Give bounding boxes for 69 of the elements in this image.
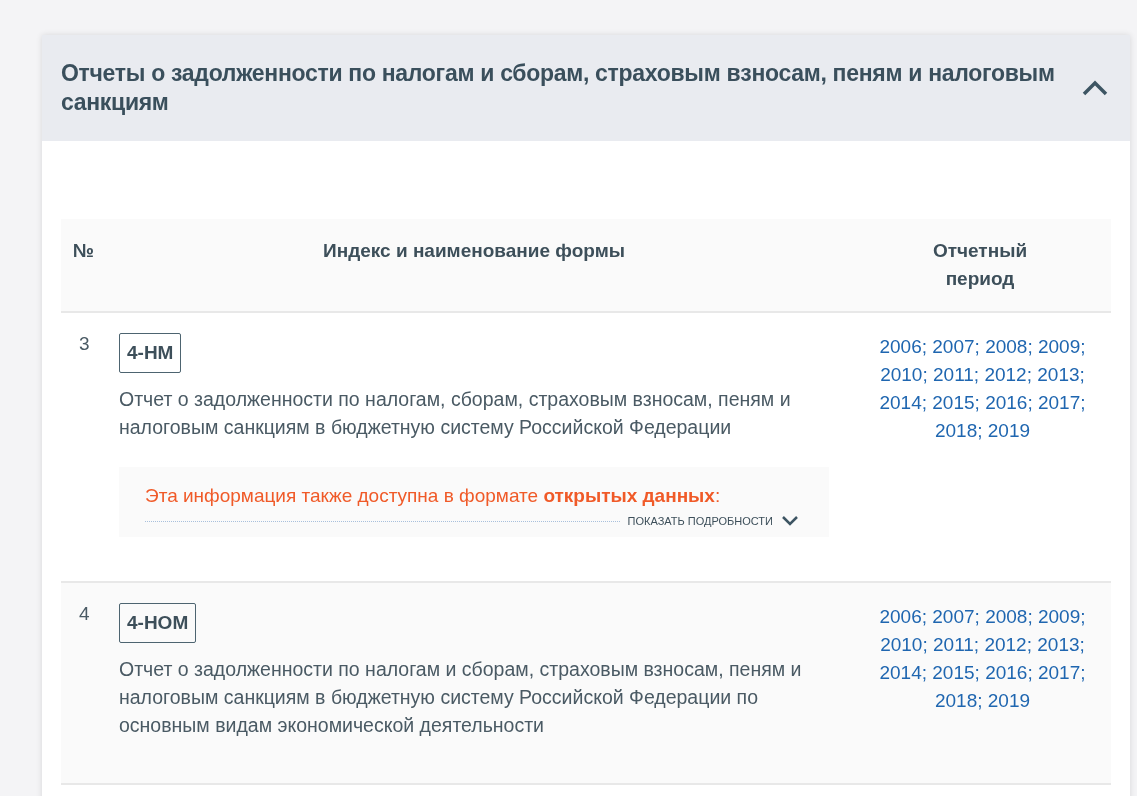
year-link[interactable]: 2011	[933, 364, 974, 385]
separator: ;	[1026, 634, 1032, 655]
year-link[interactable]: 2010	[880, 634, 923, 655]
panel-title: Отчеты о задолженности по налогам и сборам, страховым взносам, пеням и налоговым санкциям	[61, 59, 1056, 117]
year-link[interactable]: 2016	[985, 392, 1028, 413]
separator: ;	[1080, 392, 1086, 413]
separator: ;	[974, 392, 980, 413]
column-header: Отчетный период	[931, 239, 1029, 291]
separator: ;	[922, 364, 928, 385]
separator: ;	[974, 662, 980, 683]
separator: ;	[977, 420, 983, 441]
separator: ;	[1080, 606, 1086, 627]
separator: ;	[977, 690, 983, 711]
year-link[interactable]: 2014	[879, 662, 922, 683]
separator: ;	[1027, 392, 1033, 413]
year-link[interactable]: 2012	[984, 364, 1027, 385]
year-link[interactable]: 2010	[880, 364, 923, 385]
form-description: Отчет о задолженности по налогам, сборам, страховым взносам, пеням и налоговым санкциям в бюджетную систему Российской Федерации	[119, 387, 792, 440]
open-data-notice: Эта информация также доступна в формате открытых данных:	[145, 485, 721, 506]
year-link[interactable]: 2014	[879, 392, 922, 413]
separator: ;	[973, 634, 980, 655]
year-link[interactable]: 2016	[985, 662, 1028, 683]
separator: ;	[1027, 606, 1033, 627]
year-link[interactable]: 2017	[1038, 662, 1081, 683]
form-code-badge[interactable]: 4-НМ	[119, 333, 182, 373]
separator: ;	[922, 634, 928, 655]
separator: ;	[921, 392, 927, 413]
row-number: 4	[78, 603, 90, 624]
year-link[interactable]: 2015	[932, 392, 975, 413]
panel-header[interactable]: Отчеты о задолженности по налогам и сборам, страховым взносам, пеням и налоговым санкциям	[42, 35, 1130, 141]
year-link[interactable]: 2006	[879, 606, 922, 627]
year-link[interactable]: 2013	[1037, 364, 1080, 385]
year-link[interactable]: 2013	[1037, 634, 1080, 655]
form-description: Отчет о задолженности по налогам и сборам, страховым взносам, пеням и налоговым санкциям в бюджетную систему Российской Федерации по основным видам экономической деятельности	[119, 657, 803, 738]
column-header: №	[72, 239, 96, 263]
separator: ;	[973, 364, 980, 385]
year-link[interactable]: 2007	[932, 606, 975, 627]
separator: ;	[1027, 336, 1033, 357]
year-link[interactable]: 2019	[987, 690, 1031, 711]
column-header: Индекс и наименование формы	[322, 239, 626, 263]
year-link[interactable]: 2017	[1038, 392, 1081, 413]
separator: ;	[921, 606, 927, 627]
separator: ;	[921, 662, 927, 683]
form-code-badge[interactable]: 4-НОМ	[119, 603, 197, 643]
row-number: 3	[78, 333, 90, 354]
year-link[interactable]: 2018	[934, 690, 978, 711]
year-link[interactable]: 2015	[932, 662, 975, 683]
separator: ;	[1026, 364, 1032, 385]
show-details-link[interactable]: ПОКАЗАТЬ ПОДРОБНОСТИ	[627, 515, 773, 527]
year-link[interactable]: 2009	[1038, 336, 1081, 357]
year-link[interactable]: 2018	[934, 420, 978, 441]
separator: ;	[921, 336, 927, 357]
year-link[interactable]: 2019	[987, 420, 1031, 441]
year-link[interactable]: 2011	[933, 634, 974, 655]
separator: ;	[974, 336, 980, 357]
chevron-icon[interactable]	[781, 515, 799, 527]
year-link[interactable]: 2008	[985, 606, 1028, 627]
separator: ;	[1027, 662, 1033, 683]
year-link[interactable]: 2006	[879, 336, 922, 357]
year-link[interactable]: 2009	[1038, 606, 1081, 627]
separator: ;	[974, 606, 980, 627]
separator: ;	[1080, 336, 1086, 357]
year-link[interactable]: 2007	[932, 336, 975, 357]
year-link[interactable]: 2008	[985, 336, 1028, 357]
separator: ;	[1079, 634, 1085, 655]
year-link[interactable]: 2012	[984, 634, 1027, 655]
separator: ;	[1080, 662, 1086, 683]
chevron-icon[interactable]	[1082, 80, 1108, 96]
separator: ;	[1079, 364, 1085, 385]
